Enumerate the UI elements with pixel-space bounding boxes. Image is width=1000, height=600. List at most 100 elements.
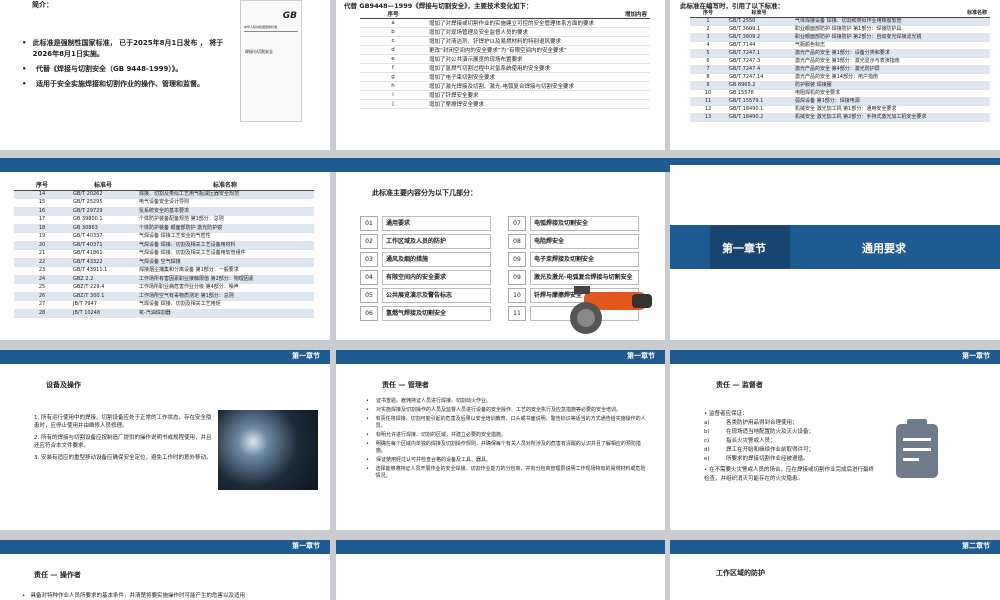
contents-item[interactable]: 公共展览演示及警告标志 <box>382 288 491 303</box>
bullet-dot: • <box>366 398 369 404</box>
list-item: 2. 所有的焊接与切割设备应按制造厂提供的操作说明书或规程使用，并且还应符合本文… <box>34 435 212 449</box>
table-cell: 增加了钎焊安全要求 <box>429 93 479 99</box>
band-chapter-label: 第二章节 <box>962 542 990 550</box>
bullet-dot: • <box>22 39 27 47</box>
contents-number: 02 <box>360 234 378 249</box>
contents-item[interactable]: 通风及烟的措施 <box>382 252 491 267</box>
table-header: 序号 增加内容 <box>360 10 650 19</box>
table-cell: 5 <box>706 50 710 56</box>
table-cell: GB 15578 <box>729 90 754 96</box>
changes-table: 序号 增加内容 a 增加了对焊接或切割作业的实施建立可控的安全管理体系方面的要求 b… <box>360 10 650 109</box>
table-cell: 激光产品的安全 第14部分：用户指南 <box>795 74 878 80</box>
bullet-item: • 对实施焊接及切割操作的人员及监督人员进行设备的安全操作、工艺的安全执行及应急措… <box>366 407 622 413</box>
list-item: 3. 安装有适应的重型移动设备应确保安全定位，避免工作时的意外移动。 <box>34 455 212 461</box>
bullet-dot: • <box>366 466 369 472</box>
contents-item[interactable]: 电弧焊接及切割安全 <box>530 216 639 231</box>
table-cell: b <box>391 29 395 35</box>
list-item: a) 各类防护用品得到合理使用； <box>704 420 798 426</box>
table-cell: 16 <box>38 207 46 214</box>
slide-band <box>336 540 665 554</box>
table-row: 26 GBZ/T 300.1 工作场所空气有毒物质测定 第1部分：总则 <box>14 292 314 301</box>
table-cell: j <box>392 101 394 107</box>
table-cell: GBZ 2.2 <box>73 275 94 282</box>
table-row: d 更改“封闭空间内的安全要求”为“有限空间内的安全要求” <box>360 46 650 55</box>
slide-contents[interactable]: 此标准主要内容分为以下几部分： 01 通用要求 02 工作区域及人员的防护 03 通风及烟… <box>336 172 665 340</box>
slide-references-1[interactable]: 此标准在编写时，引用了以下标准： 序号 标准号 标准名称 1 GB/T 2550 气… <box>670 0 1000 150</box>
slide-intro[interactable]: 简介： • 此标准是强制性国家标准， 已于2025年8月1日发布 ， 将于2026… <box>0 0 330 150</box>
table-cell: 24 <box>38 275 46 282</box>
contents-number: 03 <box>360 252 378 267</box>
bullet-dot: • <box>366 407 369 413</box>
contents-item[interactable]: 通用要求 <box>382 216 491 231</box>
table-cell: 增加了氢燃气切割过程中对氢系统使用的安全要求 <box>429 66 551 72</box>
table-cell: 激光产品的安全 第3部分：激光显示与表演指南 <box>795 58 900 64</box>
slide-band: 第一章节 <box>336 350 665 364</box>
references-title: 此标准在编写时，引用了以下标准： <box>680 2 784 10</box>
manager-bullets: • 证书查验。雇佣持证人员进行焊接、切割动火作业。 • 对实施焊接及切割操作的人员及监… <box>366 398 646 482</box>
table-cell: GB 30863 <box>73 224 98 231</box>
table-cell: 11 <box>704 98 712 104</box>
slide-blank[interactable] <box>336 540 665 600</box>
list-item: b) 在现场适当地配置防火及灭火设备； <box>704 429 815 435</box>
bullet-item: • 有责任将焊接、切割可能引起的危害及后果以安全培训教育、口头或书面说明、警告标识… <box>366 416 646 429</box>
table-cell: 21 <box>38 250 46 256</box>
table-cell: 气焊设备 空气焊接 <box>139 258 181 265</box>
table-cell: 1 <box>706 18 710 24</box>
chapter-title: 通用要求 <box>862 242 906 255</box>
bullet-dot: • <box>366 441 369 447</box>
contents-number: 06 <box>360 306 378 321</box>
bullet-dot: • <box>366 416 369 422</box>
table-cell: GB 8965.2 <box>729 82 756 88</box>
contents-item[interactable]: 电子束焊接及切割安全 <box>530 252 639 267</box>
slide-changes[interactable]: 代替 GB9448—1999《焊接与切割安全》，主要技术变化如下： 序号 增加内… <box>336 0 665 150</box>
table-cell: 2 <box>706 26 710 32</box>
band-chapter-label: 第一章节 <box>962 352 990 360</box>
table-cell: GB/T 43911.1 <box>73 267 108 273</box>
contents-number: 05 <box>360 288 378 303</box>
table-row: 21 GB/T 41861 气焊设备 焊接、切割及相关工艺设备用软管组件 <box>14 250 314 258</box>
table-cell: 增加了对焊接或切割作业的实施建立可控的安全管理体系方面的要求 <box>429 21 595 27</box>
slide-band: 第一章节 <box>670 350 1000 364</box>
table-cell: 25 <box>38 284 46 290</box>
slide-manager-duties[interactable]: 第一章节 责任 — 管理者 • 证书查验。雇佣持证人员进行焊接、切割动火作业。 • 对… <box>336 350 665 530</box>
slide-references-2[interactable]: 序号 标准号 标准名称 14 GB/T 20262 焊接、切割及类似工艺用气瓶减压器… <box>0 172 330 340</box>
bullet-item: • 明确在每个区域内单独的焊接及切割操作规则，并确保每个有关人员对所涉及的危害有清… <box>366 441 641 454</box>
contents-item[interactable]: 工作区域及人员的防护 <box>382 234 491 249</box>
table-cell: 26 <box>38 292 46 299</box>
table-cell: 机械安全 激光加工机 第1部分：通用安全要求 <box>795 106 897 112</box>
table-cell: 18 <box>38 224 46 231</box>
table-row: 13 GB/T 18490.2 机械安全 激光加工机 第2部分：手持式激光加工机安全… <box>690 113 990 122</box>
table-cell: 个体防护装备配备规范 第1部分：总则 <box>139 216 224 222</box>
table-cell: d <box>391 47 395 53</box>
table-cell: 电气设备安全设计导则 <box>139 199 190 205</box>
slide-operator-duties[interactable]: 第一章节 责任 — 操作者 • 具备对特种作业人员所要求的基本条件，并清楚将要实… <box>0 540 330 600</box>
intro-heading: 简介： <box>32 1 53 9</box>
contents-item[interactable]: 电阻焊安全 <box>530 234 639 249</box>
table-row: 18 GB 30863 个体防护装备 眼面部防护 激光防护镜 <box>14 224 314 233</box>
gb-logo: GB <box>282 11 297 21</box>
slide-work-area[interactable]: 第二章节 工作区域的防护 <box>670 540 1000 600</box>
bullet-item: • 代替《焊接与切割安全（GB 9448-1999）》。 <box>22 65 183 73</box>
table-row: 28 JB/T 10248 氧-汽油焊割器 <box>14 309 314 318</box>
contents-number: 09 <box>508 270 526 285</box>
supervisor-items: a) 各类防护用品得到合理使用； b) 在现场适当地配置防火及灭火设备； c) 指派火灾警… <box>704 419 874 464</box>
list-item: c) 指派火灾警戒人员； <box>704 438 776 444</box>
slide-supervisor-duties[interactable]: 第一章节 责任 — 监督者 • 监督者应保证： a) 各类防护用品得到合理使用； b… <box>670 350 1000 530</box>
table-row: 27 JB/T 7947 气焊设备 焊接、切割及相关工艺用炬 <box>14 301 314 309</box>
list-item: 1. 所有运行使用中的焊接、切割设备应处于正常的工作状态，存在安全隐患时，应停止… <box>34 415 212 429</box>
table-row: 25 GBZ/T 229.4 工作场所职业病危害作业分级 第4部分：噪声 <box>14 284 314 292</box>
chapter-label: 第一章节 <box>722 242 766 255</box>
table-row: 7 GB/T 7247.4 激光产品的安全 第4部分：激光防护屏 <box>690 65 990 74</box>
table-cell: 气焊设备 焊接、切割及相关工艺用炬 <box>139 301 221 307</box>
contents-item[interactable]: 氢燃气焊接及切割安全 <box>382 306 491 321</box>
contents-item[interactable]: 有限空间内的安全要求 <box>382 270 491 285</box>
table-cell: GB/T 7247.1 <box>729 50 761 56</box>
table-cell: 氢系统安全的基本要求 <box>139 207 190 214</box>
slide-equipment[interactable]: 第一章节 设备及操作 1. 所有运行使用中的焊接、切割设备应处于正常的工作状态，… <box>0 350 330 530</box>
table-row: h 增加了激光焊接及切割、激光-电弧复合焊接与切割安全要求 <box>360 82 650 91</box>
slide-chapter-1[interactable]: 第一章节 通用要求 <box>670 165 1000 340</box>
table-cell: 工作场所有害因素职业接触限值 第2部分：物理因素 <box>139 275 254 282</box>
table-row: c 增加了对清洁剂、钎焊护以及易燃材料的特别退风要求 <box>360 37 650 46</box>
table-cell: 9 <box>706 82 710 88</box>
table-cell: 个体防护装备 眼面部防护 激光防护镜 <box>139 224 223 231</box>
